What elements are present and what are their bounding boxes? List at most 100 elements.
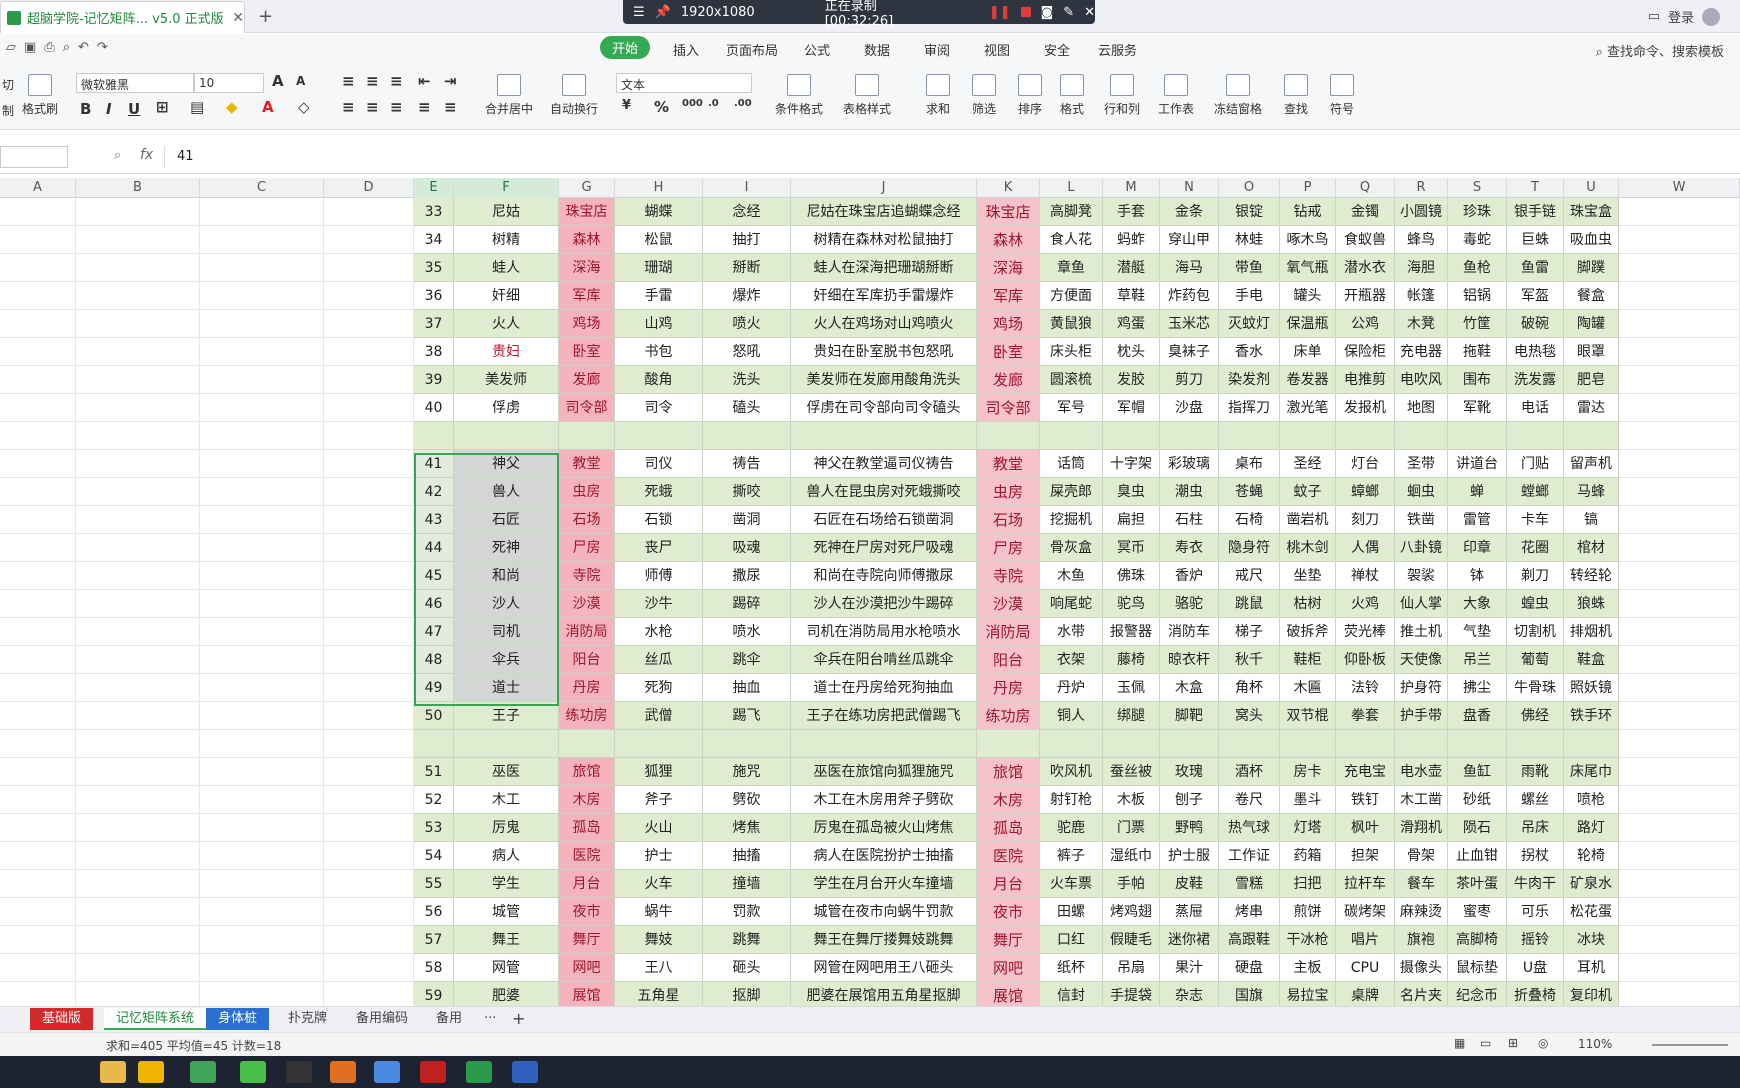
- cell-c[interactable]: [200, 674, 324, 702]
- cell-c[interactable]: [200, 730, 324, 758]
- cell-d[interactable]: [324, 338, 414, 366]
- cell-a[interactable]: [0, 730, 76, 758]
- cell-g[interactable]: 发廊: [559, 366, 615, 394]
- cell-r[interactable]: [1395, 730, 1448, 758]
- increase-decimal-icon[interactable]: .0: [708, 98, 719, 109]
- cell-f[interactable]: 道士: [454, 674, 559, 702]
- cell-o[interactable]: 国旗: [1219, 982, 1280, 1006]
- cell-i[interactable]: 掰断: [703, 254, 791, 282]
- cell-e[interactable]: 51: [414, 758, 454, 786]
- cell-p[interactable]: 灯塔: [1280, 814, 1336, 842]
- align-top-icon[interactable]: ≡: [342, 72, 355, 90]
- indent-increase-icon[interactable]: ⇥: [444, 72, 457, 90]
- wps-taskbar-icon[interactable]: [466, 1061, 492, 1083]
- cell-m[interactable]: 手提袋: [1103, 982, 1160, 1006]
- cell-c[interactable]: [200, 926, 324, 954]
- cell-m[interactable]: 湿纸巾: [1103, 842, 1160, 870]
- cell-r[interactable]: 海胆: [1395, 254, 1448, 282]
- cell-t[interactable]: 吊床: [1507, 814, 1564, 842]
- cell-r[interactable]: 名片夹: [1395, 982, 1448, 1006]
- undo-icon[interactable]: ↶: [78, 40, 89, 55]
- cell-r[interactable]: [1395, 422, 1448, 450]
- cell-a[interactable]: [0, 646, 76, 674]
- cell-d[interactable]: [324, 366, 414, 394]
- cell-p[interactable]: 墨斗: [1280, 786, 1336, 814]
- cell-w[interactable]: [1619, 198, 1740, 226]
- cell-c[interactable]: [200, 646, 324, 674]
- cell-c[interactable]: [200, 842, 324, 870]
- cell-o[interactable]: 窝头: [1219, 702, 1280, 730]
- cell-e[interactable]: 36: [414, 282, 454, 310]
- cell-f[interactable]: 神父: [454, 450, 559, 478]
- cell-n[interactable]: 消防车: [1160, 618, 1219, 646]
- cell-s[interactable]: 铝锅: [1448, 282, 1507, 310]
- cell-j[interactable]: 王子在练功房把武僧踢飞: [791, 702, 977, 730]
- cell-j[interactable]: 沙人在沙漠把沙牛踢碎: [791, 590, 977, 618]
- cell-j[interactable]: 木工在木房用斧子劈砍: [791, 786, 977, 814]
- cell-k[interactable]: 教堂: [977, 450, 1040, 478]
- cell-j[interactable]: 舞王在舞厅搂舞妓跳舞: [791, 926, 977, 954]
- cell-p[interactable]: 干冰枪: [1280, 926, 1336, 954]
- cell-u[interactable]: 珠宝盒: [1564, 198, 1619, 226]
- formula-input[interactable]: 41: [164, 146, 1734, 168]
- cell-e[interactable]: [414, 422, 454, 450]
- cell-f[interactable]: 死神: [454, 534, 559, 562]
- cell-k[interactable]: 军库: [977, 282, 1040, 310]
- cell-s[interactable]: 高脚椅: [1448, 926, 1507, 954]
- cell-s[interactable]: 竹筐: [1448, 310, 1507, 338]
- cell-e[interactable]: 49: [414, 674, 454, 702]
- cell-b[interactable]: [76, 898, 200, 926]
- cell-n[interactable]: 炸药包: [1160, 282, 1219, 310]
- cell-e[interactable]: 56: [414, 898, 454, 926]
- pause-icon[interactable]: ❚❚: [989, 5, 1011, 20]
- cell-l[interactable]: 水带: [1040, 618, 1103, 646]
- column-header-l[interactable]: L: [1040, 178, 1103, 198]
- cell-s[interactable]: 纪念币: [1448, 982, 1507, 1006]
- cell-u[interactable]: 松花蛋: [1564, 898, 1619, 926]
- cell-j[interactable]: 兽人在昆虫房对死蛾撕咬: [791, 478, 977, 506]
- cell-n[interactable]: 金条: [1160, 198, 1219, 226]
- editor-taskbar-icon[interactable]: [512, 1061, 538, 1083]
- cell-l[interactable]: 屎壳郎: [1040, 478, 1103, 506]
- cell-w[interactable]: [1619, 254, 1740, 282]
- cell-i[interactable]: 撕咬: [703, 478, 791, 506]
- cell-u[interactable]: 留声机: [1564, 450, 1619, 478]
- currency-icon[interactable]: ¥: [622, 98, 631, 113]
- cell-h[interactable]: 死蛾: [615, 478, 703, 506]
- cell-h[interactable]: 师傅: [615, 562, 703, 590]
- cell-l[interactable]: 响尾蛇: [1040, 590, 1103, 618]
- cell-h[interactable]: 石锁: [615, 506, 703, 534]
- cell-s[interactable]: [1448, 730, 1507, 758]
- cell-s[interactable]: 拖鞋: [1448, 338, 1507, 366]
- cell-o[interactable]: 跳鼠: [1219, 590, 1280, 618]
- align-right-icon[interactable]: ≡: [390, 98, 403, 116]
- save-icon[interactable]: ▣: [24, 40, 36, 55]
- column-header-a[interactable]: A: [0, 178, 76, 198]
- cell-a[interactable]: [0, 982, 76, 1006]
- cell-l[interactable]: 黄鼠狼: [1040, 310, 1103, 338]
- cell-b[interactable]: [76, 254, 200, 282]
- cell-j[interactable]: 俘虏在司令部向司令磕头: [791, 394, 977, 422]
- cell-k[interactable]: 舞厅: [977, 926, 1040, 954]
- new-tab-button[interactable]: +: [258, 6, 273, 27]
- cell-p[interactable]: 鞋柜: [1280, 646, 1336, 674]
- cell-c[interactable]: [200, 422, 324, 450]
- cell-w[interactable]: [1619, 898, 1740, 926]
- cell-p[interactable]: 卷发器: [1280, 366, 1336, 394]
- cell-a[interactable]: [0, 702, 76, 730]
- cell-j[interactable]: 尼姑在珠宝店追蝴蝶念经: [791, 198, 977, 226]
- cell-q[interactable]: CPU: [1336, 954, 1395, 982]
- column-header-m[interactable]: M: [1103, 178, 1160, 198]
- cell-b[interactable]: [76, 954, 200, 982]
- justify-icon[interactable]: ≡: [418, 98, 431, 116]
- cell-h[interactable]: 丝瓜: [615, 646, 703, 674]
- sum-button[interactable]: 求和: [918, 74, 958, 117]
- cell-h[interactable]: 火山: [615, 814, 703, 842]
- cell-h[interactable]: 蝴蝶: [615, 198, 703, 226]
- cell-j[interactable]: 美发师在发廊用酸角洗头: [791, 366, 977, 394]
- cell-e[interactable]: 58: [414, 954, 454, 982]
- table-style-button[interactable]: 表格样式: [838, 74, 896, 117]
- cell-r[interactable]: 餐车: [1395, 870, 1448, 898]
- cell-i[interactable]: [703, 730, 791, 758]
- close-recorder-icon[interactable]: ✕: [1084, 5, 1095, 20]
